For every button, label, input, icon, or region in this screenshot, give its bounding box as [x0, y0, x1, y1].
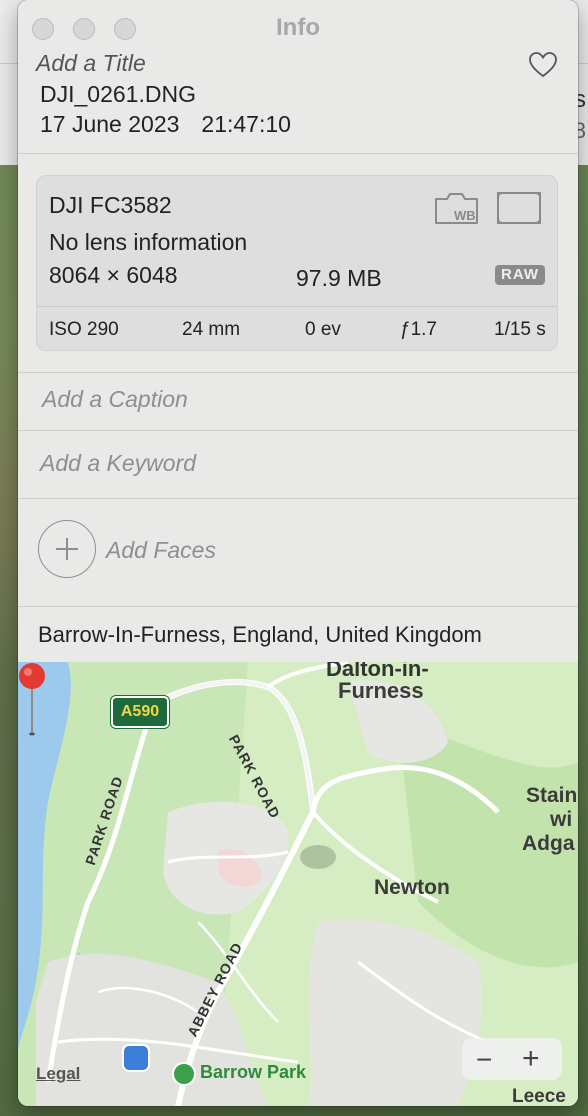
- add-faces-icon[interactable]: [38, 520, 96, 578]
- zoom-out-button[interactable]: −: [476, 1044, 492, 1076]
- map-label: Adga: [522, 832, 575, 855]
- train-station-icon: [122, 1044, 150, 1072]
- legal-link[interactable]: Legal: [36, 1064, 80, 1084]
- zoom-control: − +: [462, 1038, 562, 1080]
- capture-date: 17 June 2023: [40, 111, 180, 137]
- frame-icon[interactable]: [495, 190, 543, 226]
- camera-info-card: DJI FC3582 No lens information 8064 × 60…: [36, 175, 558, 351]
- location-text: Barrow-In-Furness, England, United Kingd…: [38, 622, 482, 647]
- white-balance-camera-icon[interactable]: WB: [433, 190, 481, 226]
- file-size: 97.9 MB: [296, 265, 382, 291]
- map-label: Furness: [338, 678, 424, 703]
- svg-text:WB: WB: [454, 208, 476, 223]
- exif-exposure-bias: 0 ev: [305, 319, 341, 340]
- info-window: Info Add a Title DJI_0261.DNG 17 June 20…: [18, 0, 578, 1106]
- camera-model: DJI FC3582: [49, 192, 172, 218]
- exif-shutter: 1/15 s: [494, 319, 546, 340]
- divider: [18, 498, 578, 499]
- filename: DJI_0261.DNG: [40, 81, 196, 107]
- park-icon: [172, 1062, 196, 1086]
- map-label: Newton: [374, 876, 450, 899]
- capture-time: 21:47:10: [201, 111, 291, 137]
- caption-field[interactable]: Add a Caption: [42, 386, 188, 413]
- image-dimensions: 8064 × 6048: [49, 262, 178, 288]
- title-field[interactable]: Add a Title: [36, 50, 146, 77]
- divider: [18, 606, 578, 607]
- map-label: Stain: [526, 784, 578, 807]
- zoom-in-button[interactable]: +: [522, 1042, 540, 1076]
- title-bar[interactable]: Info: [18, 0, 578, 56]
- exif-iso: ISO 290: [49, 319, 119, 340]
- divider: [18, 372, 578, 373]
- exif-aperture: ƒ1.7: [400, 319, 437, 340]
- window-title: Info: [276, 14, 320, 41]
- raw-badge: RAW: [495, 265, 545, 285]
- heart-outline-icon[interactable]: [528, 50, 558, 80]
- divider: [18, 430, 578, 431]
- add-faces-label[interactable]: Add Faces: [106, 537, 216, 564]
- map-pin-icon[interactable]: [18, 662, 46, 738]
- capture-datetime: 17 June 2023 21:47:10: [40, 111, 291, 138]
- location-map[interactable]: Dalton-in- Furness A590 PARK ROAD PARK R…: [18, 662, 578, 1106]
- lens-info: No lens information: [49, 229, 248, 255]
- divider: [18, 153, 578, 154]
- keyword-field[interactable]: Add a Keyword: [40, 450, 196, 477]
- road-badge: A590: [111, 696, 169, 728]
- map-label: Leece: [512, 1086, 566, 1106]
- exif-focal-length: 24 mm: [182, 319, 241, 340]
- map-label: Barrow Park: [200, 1062, 307, 1082]
- map-label: wi: [550, 808, 573, 831]
